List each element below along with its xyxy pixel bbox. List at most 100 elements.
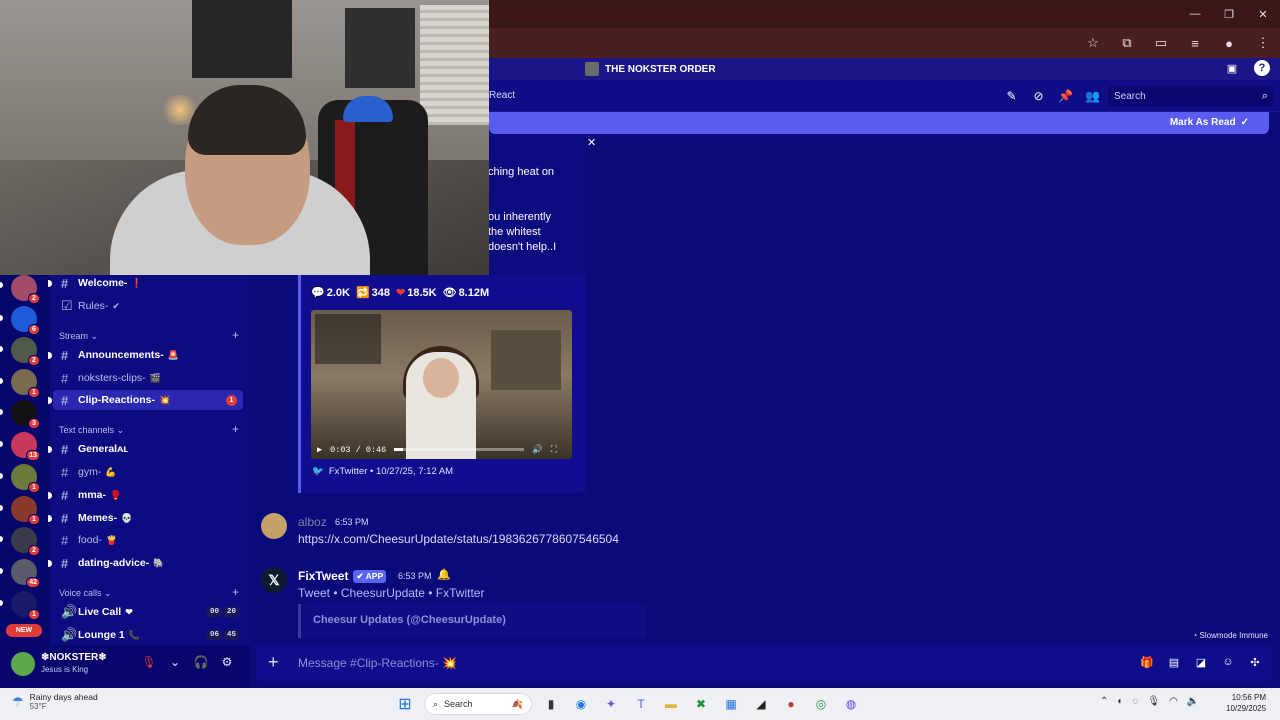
search-box[interactable]: ⌕	[1108, 86, 1274, 106]
voice-channel-live-call[interactable]: 🔊 Live Call ❤ 00 20	[53, 602, 243, 622]
wifi-icon[interactable]: ◠	[1169, 696, 1178, 707]
channel-item-memes[interactable]: # Memes- 💀	[53, 508, 243, 528]
chevron-down-icon[interactable]: ⌄	[167, 655, 183, 669]
channel-item-food[interactable]: # food- 🍟	[53, 530, 243, 550]
app-icon[interactable]: ◍	[840, 693, 862, 715]
close-window-icon[interactable]: ✕	[1246, 0, 1280, 28]
search-input[interactable]	[1114, 90, 1244, 102]
channel-item-clip-reactions[interactable]: # Clip-Reactions- 💥 1	[53, 390, 243, 410]
copilot-icon[interactable]: ✦	[600, 693, 622, 715]
sticker-icon[interactable]: ◪	[1194, 655, 1208, 669]
video-player[interactable]	[311, 310, 572, 459]
category-text-channels[interactable]: Text channels ⌄ +	[59, 423, 239, 436]
server-avatar[interactable]: 42	[11, 559, 40, 588]
edge-icon[interactable]: ◉	[570, 693, 592, 715]
gear-icon[interactable]: ⚙	[219, 655, 235, 669]
quoted-author[interactable]: Cheesur Updates (@CheesurUpdate)	[313, 614, 506, 626]
restore-icon[interactable]: ❐	[1212, 0, 1246, 28]
server-avatar[interactable]: 2	[11, 337, 40, 366]
tray-app-icon[interactable]: ◌	[1132, 696, 1138, 707]
avatar[interactable]	[11, 652, 35, 676]
channel-emoji: 💥	[159, 394, 171, 405]
mic-muted-icon[interactable]: 🎙	[141, 655, 157, 669]
teams-icon[interactable]: T	[630, 693, 652, 715]
server-avatar[interactable]: 13	[11, 432, 40, 461]
volume-icon[interactable]: 🔊	[532, 445, 543, 455]
avatar[interactable]	[261, 513, 287, 539]
volume-icon[interactable]: 🔈	[1187, 696, 1199, 707]
help-icon[interactable]: ?	[1254, 60, 1270, 76]
server-avatar[interactable]: 1	[11, 369, 40, 398]
add-channel-icon[interactable]: +	[232, 329, 239, 342]
channel-item-dating-advice[interactable]: # dating-advice- 🐘	[53, 553, 243, 573]
minimize-icon[interactable]: —	[1178, 0, 1212, 28]
bookmark-star-icon[interactable]: ☆	[1082, 32, 1104, 54]
extensions-icon[interactable]: ⧉	[1116, 32, 1138, 54]
app-icon[interactable]: ◢	[750, 693, 772, 715]
members-icon[interactable]: 👥	[1084, 87, 1101, 104]
file-explorer-icon[interactable]: ▬	[660, 693, 682, 715]
channel-item-rules[interactable]: ☑ Rules- ✔	[53, 296, 243, 316]
channel-item-announcements[interactable]: # Announcements- 🚨	[53, 345, 243, 365]
server-avatar[interactable]: 2	[11, 527, 40, 556]
mute-bell-icon[interactable]: ⊘	[1030, 87, 1047, 104]
store-icon[interactable]: ▦	[720, 693, 742, 715]
windows-start-icon[interactable]: ⊞	[394, 693, 416, 715]
inbox-icon[interactable]: ▣	[1224, 60, 1240, 76]
message-author[interactable]: FixTweet	[298, 569, 348, 583]
window-controls: — ❐ ✕	[1178, 0, 1280, 28]
media-icon[interactable]: ≡	[1184, 32, 1206, 54]
gift-icon[interactable]: 🎁	[1140, 655, 1154, 669]
message-link[interactable]: https://x.com/CheesurUpdate/status/19836…	[298, 532, 619, 546]
taskbar-clock[interactable]: 10:56 PM 10/29/2025	[1226, 692, 1266, 714]
gif-icon[interactable]: ▤	[1167, 655, 1181, 669]
apps-icon[interactable]: ✣	[1248, 655, 1262, 669]
add-channel-icon[interactable]: +	[232, 423, 239, 436]
voice-channel-lounge-1[interactable]: 🔊 Lounge 1 📞 06 45	[53, 625, 243, 645]
attach-plus-icon[interactable]: +	[268, 653, 279, 671]
weather-widget[interactable]: ☂ Rainy days ahead 53°F	[12, 692, 98, 711]
server-avatar[interactable]: 1	[11, 591, 40, 620]
profile-icon[interactable]: ●	[1218, 32, 1240, 54]
server-avatar[interactable]: 6	[11, 306, 40, 335]
chrome-icon[interactable]: ◎	[810, 693, 832, 715]
channel-item-general[interactable]: # Generalᴀʟ	[53, 439, 243, 459]
webcam-blinds	[420, 5, 489, 125]
channel-item-noksters-clips[interactable]: # noksters-clips- 🎬	[53, 368, 243, 388]
task-view-icon[interactable]: ▮	[540, 693, 562, 715]
channel-item-welcome[interactable]: # Welcome- ❗	[53, 273, 243, 293]
headphones-icon[interactable]: 🎧	[193, 655, 209, 669]
channel-item-gym[interactable]: # gym- 💪	[53, 462, 243, 482]
close-icon[interactable]: ✕	[587, 136, 596, 149]
xbox-icon[interactable]: ✖	[690, 693, 712, 715]
menu-dots-icon[interactable]: ⋮	[1252, 32, 1274, 54]
sidebar-icon[interactable]: ▭	[1150, 32, 1172, 54]
channel-item-mma[interactable]: # mma- 🥊	[53, 485, 243, 505]
app-icon[interactable]: ●	[780, 693, 802, 715]
message-input[interactable]	[298, 653, 998, 673]
server-avatar[interactable]: 3	[11, 400, 40, 429]
video-progress-bar[interactable]	[394, 448, 525, 451]
server-avatar[interactable]: 2	[11, 275, 40, 304]
pin-icon[interactable]: 📌	[1057, 87, 1074, 104]
likes-count: 18.5K	[407, 287, 437, 299]
server-avatar[interactable]: 1	[11, 496, 40, 525]
chevron-up-icon[interactable]: ⌃	[1100, 696, 1108, 707]
add-channel-icon[interactable]: +	[232, 586, 239, 599]
mark-as-read-button[interactable]: Mark As Read ✓	[1170, 117, 1249, 128]
emoji-icon[interactable]: ☺	[1221, 655, 1235, 669]
message-author[interactable]: alboz	[298, 515, 327, 529]
fullscreen-icon[interactable]: ⛶	[551, 445, 557, 455]
play-icon[interactable]: ▶	[317, 445, 322, 455]
new-servers-pill[interactable]: NEW	[6, 624, 42, 637]
category-voice-calls[interactable]: Voice calls ⌄ +	[59, 586, 239, 599]
taskbar-search[interactable]: ⌕ Search 🍂	[424, 693, 532, 715]
tray-app-icon[interactable]: ◐	[1117, 696, 1123, 707]
voice-count-limit: 20	[223, 607, 239, 617]
category-stream[interactable]: Stream ⌄ +	[59, 329, 239, 342]
microphone-icon[interactable]: 🎙	[1147, 696, 1160, 707]
message-timestamp: 6:53 PM	[398, 571, 432, 581]
server-avatar[interactable]: 1	[11, 464, 40, 493]
threads-icon[interactable]: ✎	[1003, 87, 1020, 104]
fixtweet-avatar[interactable]: 𝕏	[261, 567, 287, 593]
